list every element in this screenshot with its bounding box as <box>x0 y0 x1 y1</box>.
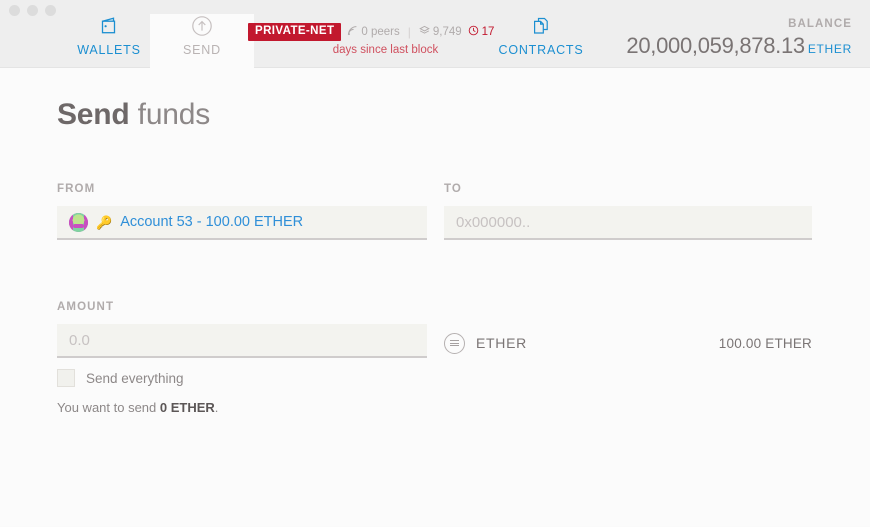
unit-selector[interactable]: ETHER 100.00 ETHER <box>444 326 812 360</box>
to-field-group: TO <box>444 183 812 240</box>
send-summary-suffix: . <box>214 400 219 415</box>
block-icon <box>419 25 430 39</box>
send-summary-prefix: You want to send <box>57 400 160 415</box>
send-funds-form: FROM 🔑 Account 53 - 100.00 ETHER TO 0x00… <box>57 183 813 415</box>
send-summary-amount: 0 ETHER <box>159 400 215 415</box>
unit-selector-label: ETHER <box>476 335 527 351</box>
from-account-select[interactable]: 🔑 Account 53 - 100.00 ETHER <box>57 206 427 240</box>
nav-tab-send-label: SEND <box>183 43 221 57</box>
amount-label: AMOUNT <box>57 301 115 313</box>
key-icon: 🔑 <box>96 214 113 230</box>
app-window: WALLETS SEND PRIVATE-NET 0 peers | 9,749… <box>0 0 870 527</box>
balance-label: BALANCE <box>788 18 852 30</box>
unit-selector-group: ETHER 100.00 ETHER <box>444 326 812 360</box>
network-badge[interactable]: PRIVATE-NET <box>248 23 342 41</box>
nav-tab-contracts-label: CONTRACTS <box>498 43 584 57</box>
balance-unit: ETHER <box>807 42 852 56</box>
balance-display: BALANCE 20,000,059,878.13 ETHER <box>626 18 852 59</box>
from-label: FROM <box>57 183 96 195</box>
to-address-input[interactable] <box>444 206 812 240</box>
from-account-label: Account 53 - 100.00 ETHER <box>120 214 304 230</box>
block-number: 9,749 <box>419 25 462 39</box>
balance-value-row: 20,000,059,878.13 ETHER <box>626 33 852 59</box>
unit-list-icon <box>444 332 465 354</box>
nav-tab-wallets-label: WALLETS <box>77 43 141 57</box>
last-block-caption: days since last block <box>332 43 439 56</box>
send-everything-label: Send everything <box>86 370 184 386</box>
amount-input[interactable] <box>57 324 427 358</box>
page-title: Send funds <box>57 68 813 132</box>
peer-count-label: 0 peers <box>361 25 400 38</box>
peer-count: 0 peers <box>347 25 400 39</box>
wallet-icon <box>100 14 119 38</box>
main-navigation: WALLETS SEND PRIVATE-NET 0 peers | 9,749… <box>0 0 870 68</box>
documents-icon <box>530 14 552 38</box>
available-balance: 100.00 ETHER <box>718 335 812 351</box>
balance-amount: 20,000,059,878.13 <box>626 33 805 58</box>
network-status-row: PRIVATE-NET 0 peers | 9,749 17 <box>248 23 494 41</box>
page-title-strong: Send <box>57 98 130 131</box>
page-content: Send funds FROM 🔑 Account 53 - 100.00 ET… <box>0 68 870 526</box>
identicon-avatar <box>69 212 88 232</box>
to-label: TO <box>444 183 462 195</box>
from-field-group: FROM 🔑 Account 53 - 100.00 ETHER <box>57 183 427 240</box>
page-title-light: funds <box>129 98 211 131</box>
send-everything-row[interactable]: Send everything <box>57 369 427 387</box>
send-summary: You want to send 0 ETHER. <box>57 400 427 415</box>
nav-tab-contracts[interactable]: CONTRACTS <box>489 14 593 68</box>
app-header: WALLETS SEND PRIVATE-NET 0 peers | 9,749… <box>0 0 870 68</box>
from-account-row: 🔑 Account 53 - 100.00 ETHER <box>69 212 415 232</box>
from-to-row: FROM 🔑 Account 53 - 100.00 ETHER TO <box>57 183 813 243</box>
nav-tab-wallets[interactable]: WALLETS <box>57 14 161 68</box>
signal-icon <box>347 25 358 39</box>
status-separator: | <box>407 24 411 39</box>
arrow-up-circle-icon <box>191 14 213 38</box>
network-status: PRIVATE-NET 0 peers | 9,749 17 days sinc… <box>248 23 494 56</box>
send-everything-checkbox[interactable] <box>57 369 75 387</box>
nav-tab-send[interactable]: SEND <box>150 14 254 68</box>
clock-icon <box>468 25 479 39</box>
block-number-label: 9,749 <box>432 25 462 38</box>
amount-field-group: AMOUNT Send everything You want to send … <box>57 301 427 415</box>
